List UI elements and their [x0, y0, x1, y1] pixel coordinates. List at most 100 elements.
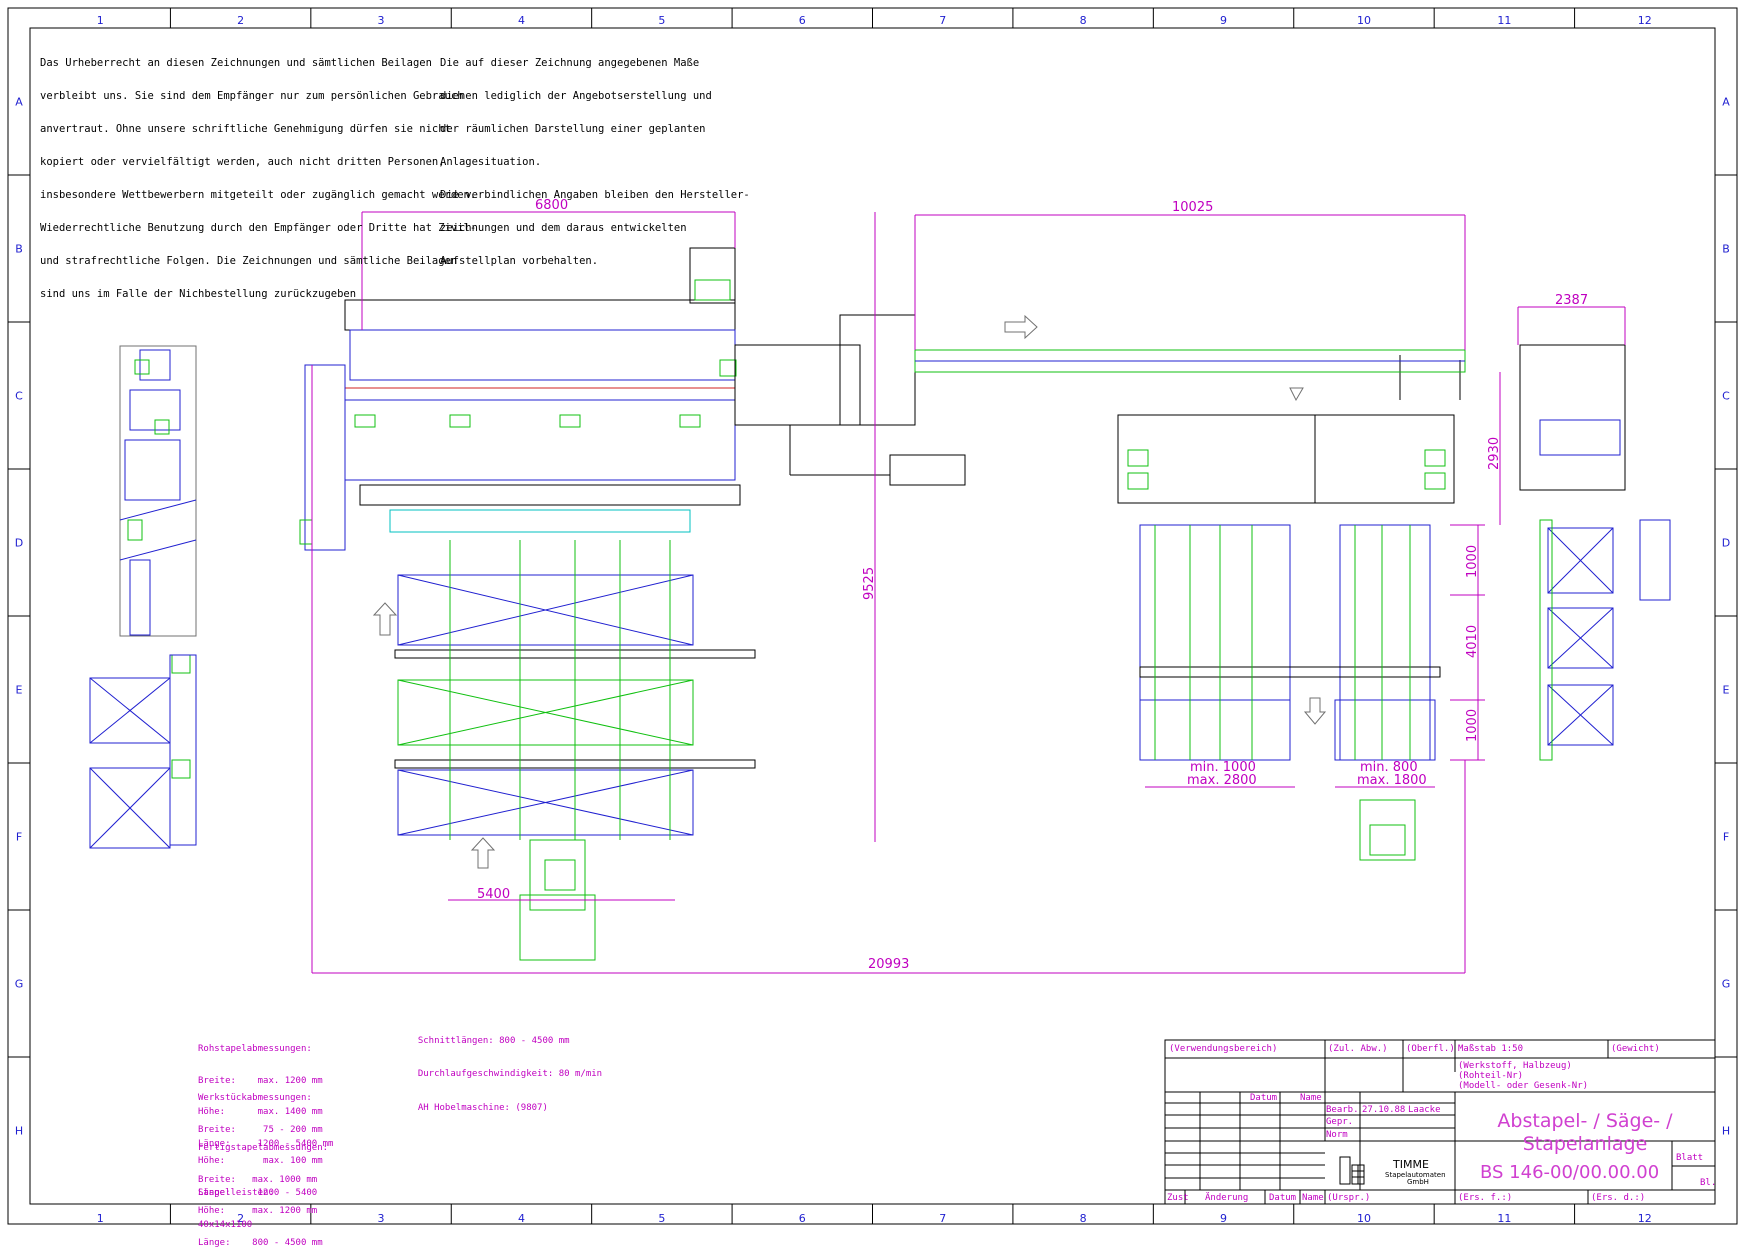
dim-max-2800: max. 2800 — [1187, 773, 1257, 788]
side-view-right — [1519, 344, 1671, 761]
flow-arrows — [372, 314, 1327, 869]
stacking-sticks: Stapelleisten: 40x14x1100 — [198, 1167, 274, 1241]
name-header: Name — [1300, 1093, 1322, 1103]
revision-date: Datum — [1269, 1193, 1297, 1203]
spec-heading: Fertigstapelabmessungen: — [198, 1143, 329, 1153]
grid-column-label: 3 — [378, 14, 385, 27]
copyright-line: verbleibt uns. Sie sind dem Empfänger nu… — [40, 90, 464, 102]
revision-change: Änderung — [1205, 1193, 1249, 1203]
material: (Werkstoff, Halbzeug) — [1458, 1061, 1572, 1071]
dimension-labels: 6800 10025 2387 2930 9525 1000 4010 1000… — [477, 198, 1588, 972]
spec-line: Schnittlängen: 800 - 4500 mm — [417, 1035, 570, 1046]
spec-heading: Stapelleisten: — [198, 1188, 274, 1198]
arrow-right-icon — [1004, 314, 1038, 340]
company-sub: Stapelautomaten GmbH — [1385, 1172, 1446, 1186]
grid-column-label: 8 — [1080, 14, 1087, 27]
grid-column-label: 1 — [97, 14, 104, 27]
scale: Maßstab 1:50 — [1458, 1044, 1524, 1054]
dim-20993: 20993 — [868, 957, 909, 972]
title-line: Abstapel- / Säge- / — [1497, 1110, 1673, 1132]
grid-row-label: H — [15, 1125, 23, 1138]
grid-row-label: C — [1722, 390, 1730, 403]
dim-1000-bottom: 1000 — [1465, 709, 1480, 742]
drawn-label: Bearb. — [1326, 1105, 1359, 1115]
date-header: Datum — [1250, 1093, 1278, 1103]
arrow-down-icon — [1289, 387, 1304, 402]
company-sub-line: GmbH — [1407, 1178, 1429, 1186]
dimension-lines — [311, 211, 1626, 974]
grid-column-label: 12 — [1638, 1212, 1652, 1225]
grid-column-label: 5 — [658, 14, 665, 27]
spec-heading: Werkstückabmessungen: — [198, 1093, 312, 1103]
output-conveyor — [914, 349, 1466, 373]
weight: (Gewicht) — [1611, 1044, 1660, 1054]
revision-name: Name — [1302, 1193, 1324, 1203]
grid-row-label: E — [1723, 684, 1730, 697]
dim-5400: 5400 — [477, 887, 510, 902]
copyright-line: anvertraut. Ohne unsere schriftliche Gen… — [40, 123, 451, 135]
planer-machine: AH Hobelmaschine: (9807) — [407, 1092, 548, 1113]
copyright-notice: Das Urheberrecht an diesen Zeichnungen u… — [40, 36, 476, 311]
grid-row-label: A — [1722, 96, 1730, 109]
sheets-label: Bl. — [1700, 1178, 1717, 1188]
arrow-down-icon — [1303, 697, 1327, 725]
grid-row-label: B — [1722, 243, 1730, 256]
grid-column-label: 7 — [939, 14, 946, 27]
drawn-date: 27.10.88 — [1362, 1105, 1406, 1115]
cutting-lengths: Schnittlängen: 800 - 4500 mm — [407, 1025, 570, 1046]
grid-row-label: C — [15, 390, 23, 403]
grid-row-label: B — [15, 243, 23, 256]
grid-column-label: 8 — [1080, 1212, 1087, 1225]
disclaimer-line: der räumlichen Darstellung einer geplant… — [440, 123, 706, 135]
raw-part-no: (Rohteil-Nr) — [1458, 1071, 1524, 1081]
replaced-by-ref: (Ers. d.:) — [1591, 1193, 1646, 1203]
grid-row-label: A — [15, 96, 23, 109]
grid-column-label: 11 — [1497, 1212, 1511, 1225]
norm-label: Norm — [1326, 1130, 1348, 1140]
grid-column-label: 1 — [97, 1212, 104, 1225]
dim-4010: 4010 — [1465, 625, 1480, 658]
drawing-title: Abstapel- / Säge- / Stapelanlage — [1460, 1110, 1710, 1156]
copyright-line: sind uns im Falle der Nichbestellung zur… — [40, 288, 357, 300]
grid-column-label: 4 — [518, 14, 525, 27]
spec-heading: Rohstapelabmessungen: — [198, 1044, 312, 1054]
usage-area: (Verwendungsbereich) — [1169, 1044, 1278, 1054]
grid-column-label: 11 — [1497, 14, 1511, 27]
tolerance: (Zul. Abw.) — [1328, 1044, 1388, 1054]
drawn-name: Laacke — [1408, 1105, 1441, 1115]
throughput-speed: Durchlaufgeschwindigkeit: 80 m/min — [407, 1058, 602, 1079]
disclaimer-line: Die verbindlichen Angaben bleiben den He… — [440, 189, 750, 201]
disclaimer-line: dienen lediglich der Angebotserstellung … — [440, 90, 712, 102]
dim-max-1800: max. 1800 — [1357, 773, 1427, 788]
grid-row-label: D — [1722, 537, 1730, 550]
disclaimer-line: Aufstellplan vorbehalten. — [440, 255, 599, 267]
stacking-area-right — [1117, 414, 1455, 861]
dim-10025: 10025 — [1172, 200, 1213, 215]
copyright-line: insbesondere Wettbewerbern mitgeteilt od… — [40, 189, 477, 201]
side-view-left — [89, 345, 197, 849]
title-line: Stapelanlage — [1522, 1133, 1648, 1155]
grid-column-label: 4 — [518, 1212, 525, 1225]
disclaimer-line: Die auf dieser Zeichnung angegebenen Maß… — [440, 57, 700, 69]
grid-column-label: 9 — [1220, 14, 1227, 27]
grid-column-label: 6 — [799, 14, 806, 27]
company-name: TIMME — [1393, 1158, 1429, 1171]
disclaimer-line: zeichnungen und dem daraus entwickelten — [440, 222, 687, 234]
disclaimer-line: Anlagesituation. — [440, 156, 542, 168]
dim-2387: 2387 — [1555, 293, 1588, 308]
grid-column-label: 5 — [658, 1212, 665, 1225]
dim-9525: 9525 — [862, 567, 877, 600]
sheet-label: Blatt — [1676, 1153, 1704, 1163]
grid-row-label: D — [15, 537, 23, 550]
grid-column-label: 12 — [1638, 14, 1652, 27]
grid-column-label: 6 — [799, 1212, 806, 1225]
grid-column-label: 3 — [378, 1212, 385, 1225]
grid-column-label: 10 — [1357, 1212, 1371, 1225]
grid-column-label: 2 — [237, 14, 244, 27]
grid-row-label: H — [1722, 1125, 1730, 1138]
origin-ref: (Urspr.) — [1327, 1193, 1371, 1203]
grid-column-label: 7 — [939, 1212, 946, 1225]
model-no: (Modell- oder Gesenk-Nr) — [1458, 1081, 1589, 1091]
dim-1000-top: 1000 — [1465, 545, 1480, 578]
arrow-up-icon — [372, 602, 398, 636]
